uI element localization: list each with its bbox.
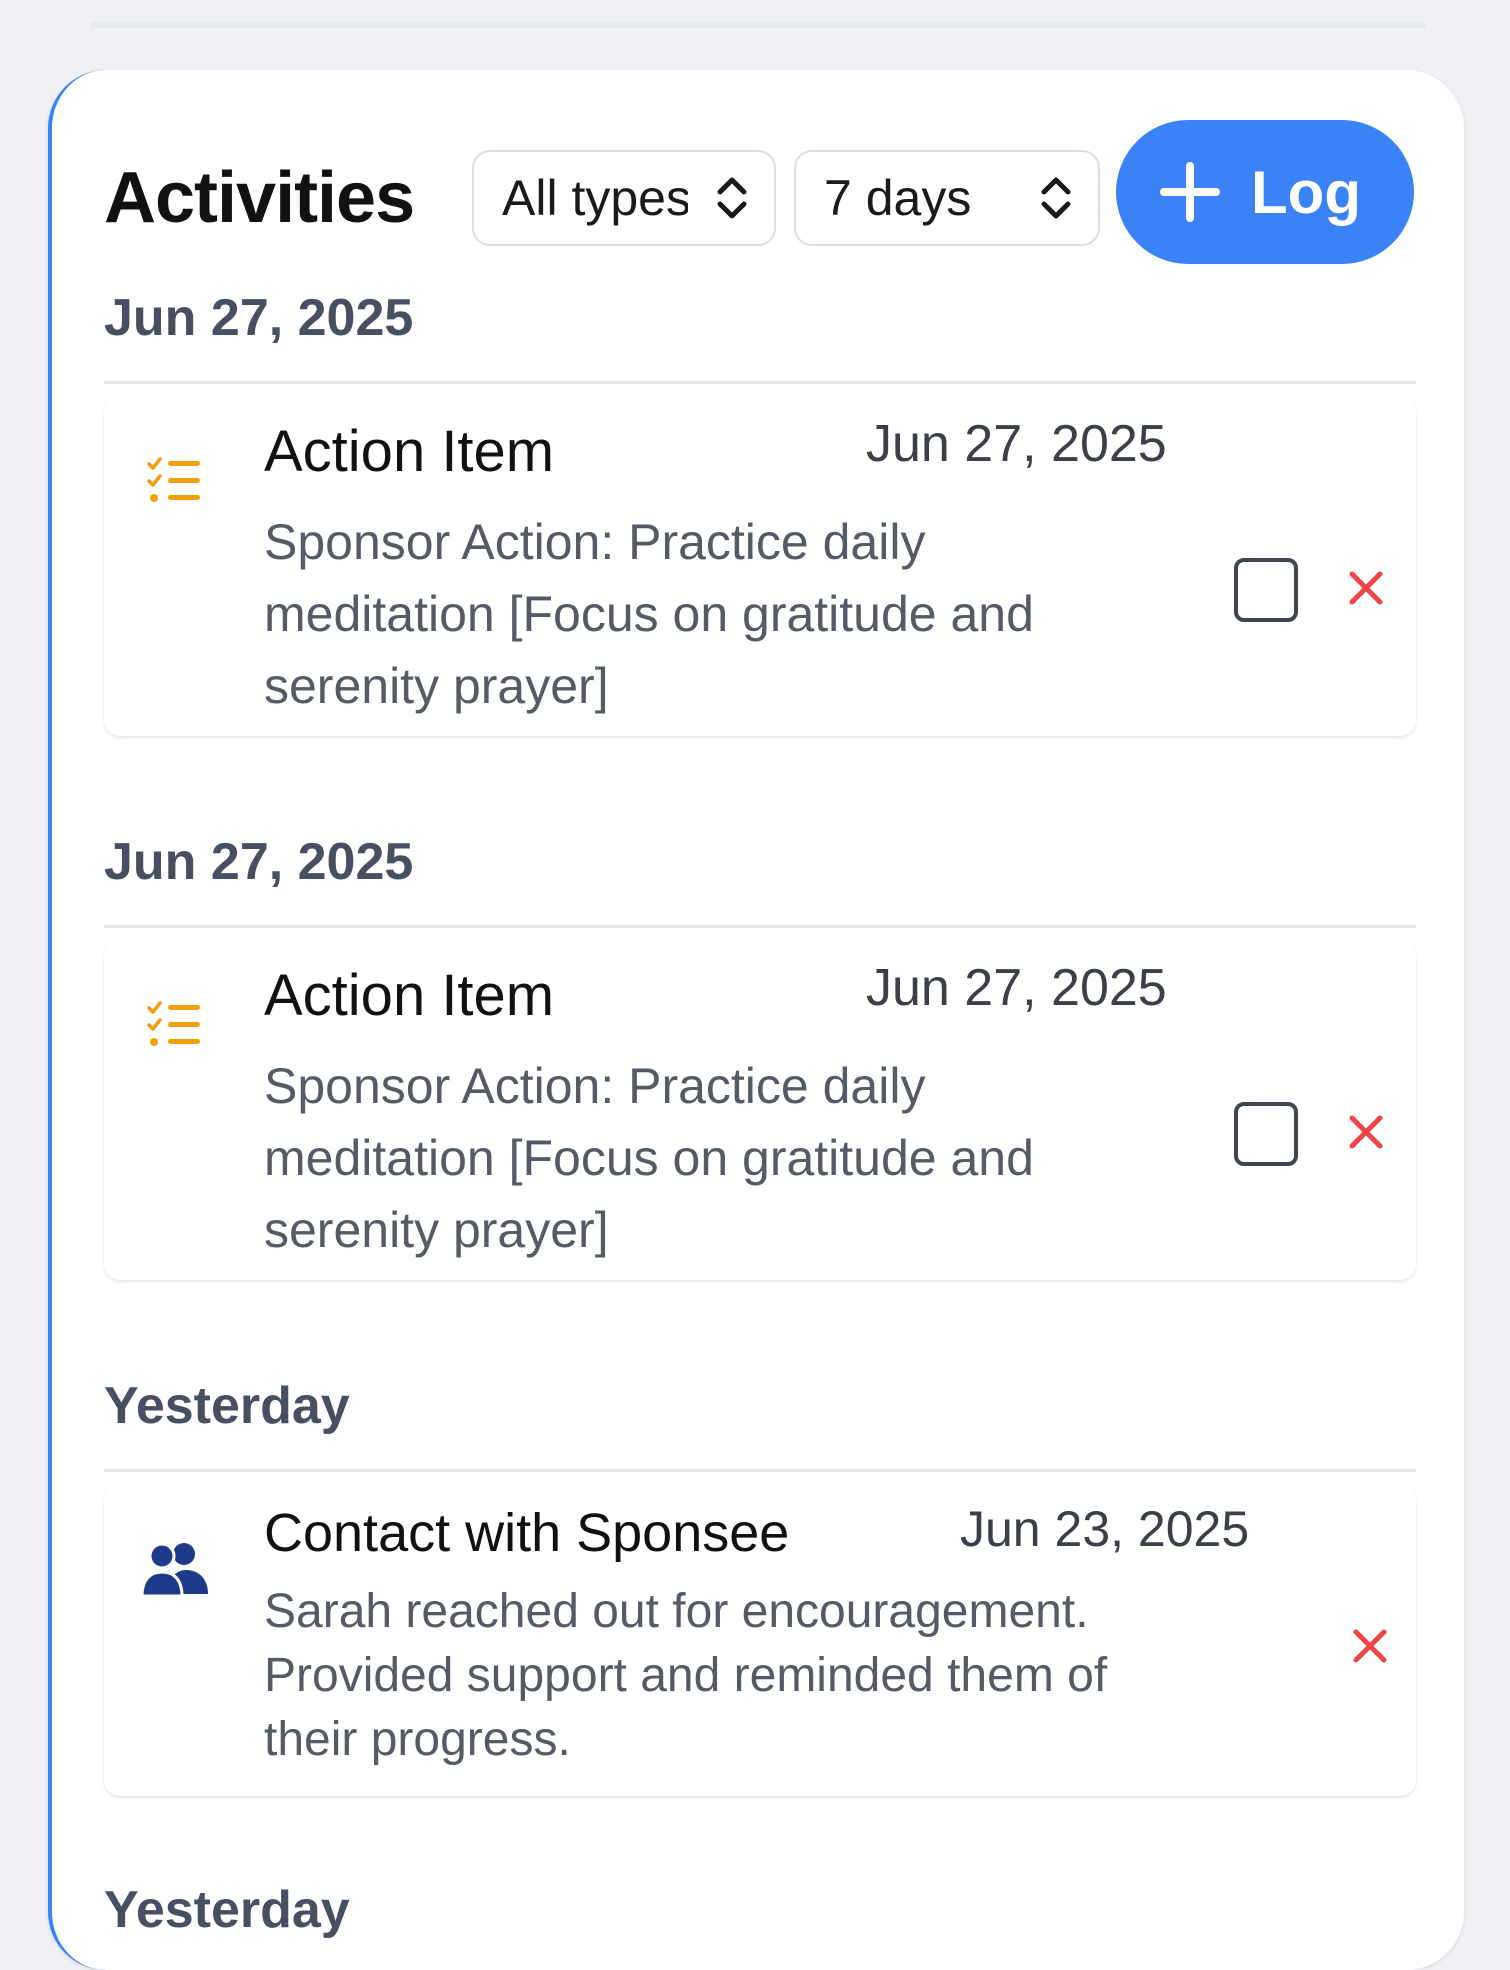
activity-card[interactable]: Action Item Jun 27, 2025 Sponsor Action:… (104, 396, 1416, 736)
range-filter-select[interactable]: 7 days (794, 150, 1100, 246)
activity-title: Contact with Sponsee (264, 1503, 790, 1563)
type-filter-value: All types (502, 170, 688, 226)
activities-panel: Activities All types 7 days Log Jun 27, … (48, 70, 1464, 1970)
activity-description: Sponsor Action: Practice daily meditatio… (264, 1050, 1214, 1266)
activity-title: Action Item (264, 419, 555, 484)
group-date-header: Jun 27, 2025 (104, 833, 414, 891)
users-icon (140, 1542, 208, 1596)
description-line: meditation [Focus on gratitude and (264, 586, 1034, 642)
log-activity-button[interactable]: Log (1116, 120, 1414, 264)
description-line: Sarah reached out for encouragement. (264, 1585, 1089, 1638)
activity-date: Jun 27, 2025 (866, 959, 1167, 1017)
page-title: Activities (104, 158, 415, 238)
log-button-label: Log (1251, 158, 1361, 226)
type-filter-select[interactable]: All types (472, 150, 776, 246)
complete-checkbox[interactable] (1234, 1102, 1298, 1166)
description-line: Provided support and reminded them of (264, 1649, 1108, 1702)
group-date-header: Yesterday (104, 1377, 350, 1435)
activity-card[interactable]: Action Item Jun 27, 2025 Sponsor Action:… (104, 940, 1416, 1280)
top-divider (90, 22, 1426, 28)
complete-checkbox[interactable] (1234, 558, 1298, 622)
group-divider (104, 1469, 1416, 1472)
delete-icon[interactable] (1344, 566, 1388, 610)
range-filter-value: 7 days (824, 170, 972, 226)
group-divider (104, 925, 1416, 928)
activity-date: Jun 23, 2025 (960, 1501, 1250, 1557)
activity-card[interactable]: Contact with Sponsee Jun 23, 2025 Sarah … (104, 1484, 1416, 1796)
description-line: serenity prayer] (264, 1202, 609, 1258)
activity-date: Jun 27, 2025 (866, 415, 1167, 473)
chevron-up-down-icon (717, 177, 747, 219)
activity-title: Action Item (264, 963, 555, 1028)
activity-description: Sarah reached out for encouragement. Pro… (264, 1580, 1264, 1772)
activity-description: Sponsor Action: Practice daily meditatio… (264, 506, 1214, 722)
plus-icon (1160, 162, 1221, 222)
description-line: Sponsor Action: Practice daily (264, 514, 926, 570)
action-item-list-icon (147, 1001, 200, 1046)
action-item-list-icon (147, 457, 200, 502)
delete-icon[interactable] (1348, 1624, 1392, 1668)
group-divider (104, 381, 1416, 384)
description-line: serenity prayer] (264, 658, 609, 714)
delete-icon[interactable] (1344, 1110, 1388, 1154)
description-line: Sponsor Action: Practice daily (264, 1058, 926, 1114)
chevron-up-down-icon (1041, 177, 1071, 219)
description-line: their progress. (264, 1713, 571, 1766)
group-date-header: Yesterday (104, 1881, 350, 1939)
group-date-header: Jun 27, 2025 (104, 289, 414, 347)
description-line: meditation [Focus on gratitude and (264, 1130, 1034, 1186)
